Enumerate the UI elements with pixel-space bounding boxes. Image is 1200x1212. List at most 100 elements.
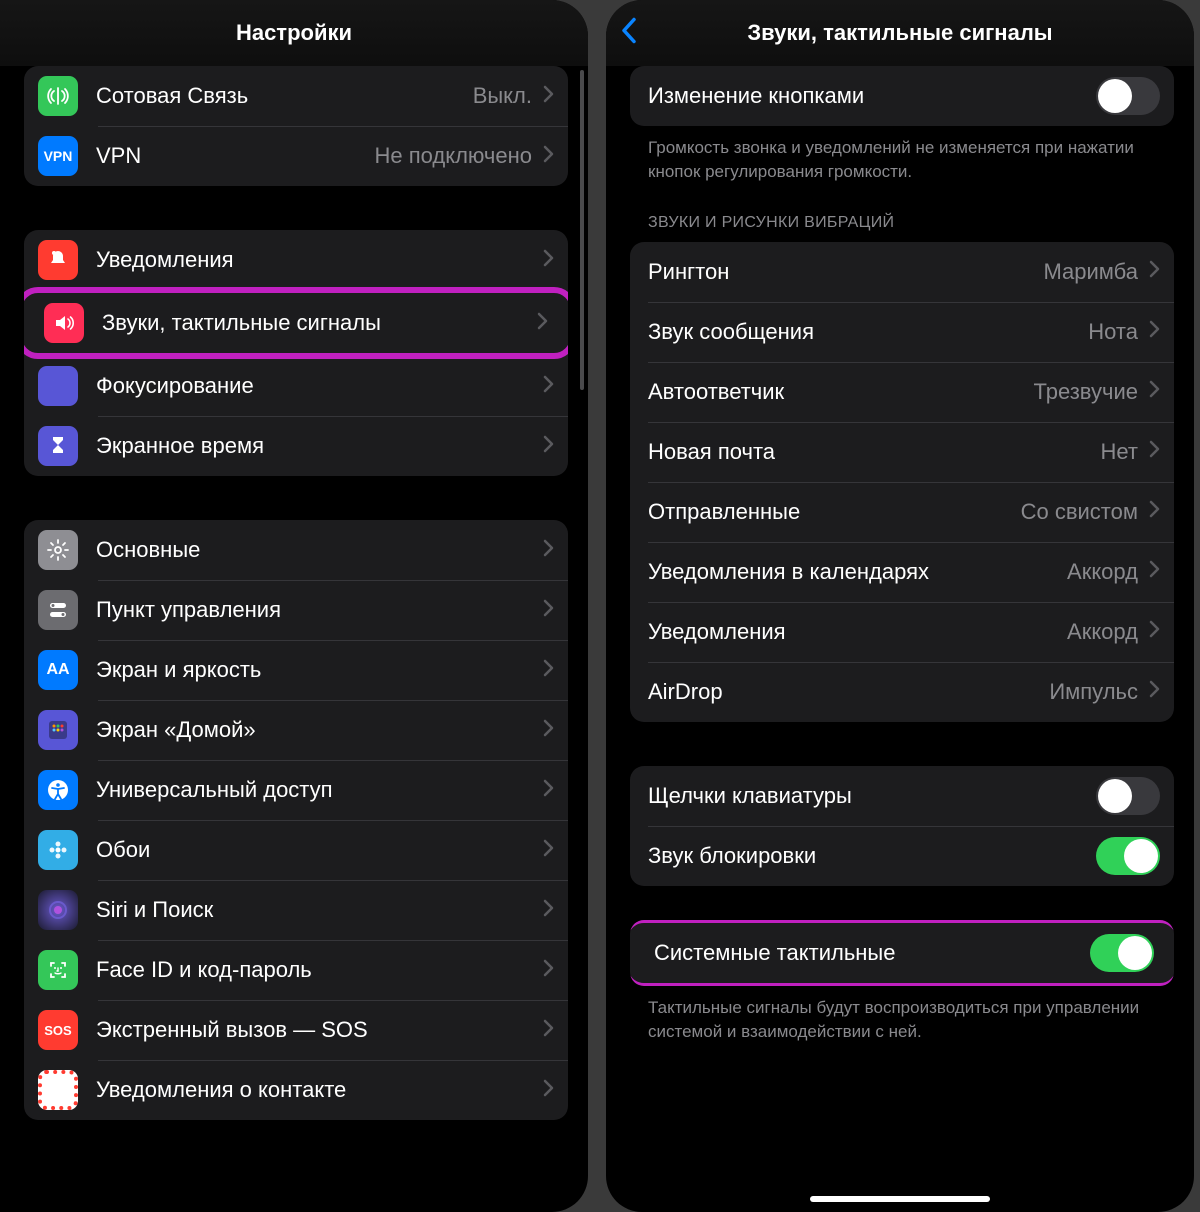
highlight-sounds: Звуки, тактильные сигналы xyxy=(24,287,568,359)
chevron-right-icon xyxy=(542,145,554,168)
sound-row[interactable]: Звук сообщенияНота xyxy=(630,302,1174,362)
toggle[interactable] xyxy=(1096,837,1160,875)
settings-row[interactable]: Siri и Поиск xyxy=(24,880,568,940)
row-label: Уведомления в календарях xyxy=(648,559,1067,585)
row-change-with-buttons[interactable]: Изменение кнопками xyxy=(630,66,1174,126)
row-label: VPN xyxy=(96,143,374,169)
group-sounds: РингтонМаримбаЗвук сообщенияНотаАвтоотве… xyxy=(630,242,1174,722)
sound-row[interactable]: AirDropИмпульс xyxy=(630,662,1174,722)
settings-row[interactable]: AA Экран и яркость xyxy=(24,640,568,700)
sound-row[interactable]: РингтонМаримба xyxy=(630,242,1174,302)
settings-row[interactable]: Обои xyxy=(24,820,568,880)
settings-row[interactable]: Экран «Домой» xyxy=(24,700,568,760)
row-value: Выкл. xyxy=(473,83,532,109)
row-value: Трезвучие xyxy=(1034,379,1138,405)
moon-icon xyxy=(38,366,78,406)
hourglass-icon xyxy=(38,426,78,466)
row-label: Экран «Домой» xyxy=(96,717,542,743)
row-value: Со свистом xyxy=(1021,499,1138,525)
bell-icon xyxy=(38,240,78,280)
settings-row[interactable]: Фокусирование xyxy=(24,356,568,416)
settings-row[interactable]: VPNVPNНе подключено xyxy=(24,126,568,186)
chevron-right-icon xyxy=(542,899,554,922)
group-alerts: Уведомления Звуки, тактильные сигналыФоку… xyxy=(24,230,568,476)
chevron-right-icon xyxy=(542,85,554,108)
row-label: Звук сообщения xyxy=(648,319,1088,345)
vpn-icon: VPN xyxy=(38,136,78,176)
flower-icon xyxy=(38,830,78,870)
settings-row[interactable]: Уведомления о контакте xyxy=(24,1060,568,1120)
highlight-haptics: Системные тактильные xyxy=(630,920,1174,986)
row-label: Уведомления xyxy=(96,247,542,273)
settings-content: Сотовая СвязьВыкл.VPNVPNНе подключено Ув… xyxy=(0,66,588,1212)
sound-row[interactable]: Новая почтаНет xyxy=(630,422,1174,482)
row-label: Siri и Поиск xyxy=(96,897,542,923)
settings-row[interactable]: Уведомления xyxy=(24,230,568,290)
settings-row[interactable]: Экранное время xyxy=(24,416,568,476)
settings-row[interactable]: Face ID и код-пароль xyxy=(24,940,568,1000)
row-value: Аккорд xyxy=(1067,559,1138,585)
chevron-right-icon xyxy=(1148,620,1160,643)
row-label: Универсальный доступ xyxy=(96,777,542,803)
chevron-right-icon xyxy=(542,599,554,622)
faceid-icon xyxy=(38,950,78,990)
group-connectivity: Сотовая СвязьВыкл.VPNVPNНе подключено xyxy=(24,66,568,186)
row-label: Отправленные xyxy=(648,499,1021,525)
settings-row[interactable]: Сотовая СвязьВыкл. xyxy=(24,66,568,126)
chevron-right-icon xyxy=(1148,440,1160,463)
row-label: Изменение кнопками xyxy=(648,83,1096,109)
row-label: Экран и яркость xyxy=(96,657,542,683)
settings-row[interactable]: Пункт управления xyxy=(24,580,568,640)
system-sound-row[interactable]: Звук блокировки xyxy=(630,826,1174,886)
row-label: Экстренный вызов — SOS xyxy=(96,1017,542,1043)
sound-row[interactable]: ОтправленныеСо свистом xyxy=(630,482,1174,542)
sound-row[interactable]: Уведомления в календаряхАккорд xyxy=(630,542,1174,602)
settings-row[interactable]: Основные xyxy=(24,520,568,580)
group-system-sounds: Щелчки клавиатурыЗвук блокировки xyxy=(630,766,1174,886)
row-label: Пункт управления xyxy=(96,597,542,623)
phone-settings: Настройки Сотовая СвязьВыкл.VPNVPNНе под… xyxy=(0,0,588,1212)
chevron-right-icon xyxy=(542,375,554,398)
settings-row[interactable]: Универсальный доступ xyxy=(24,760,568,820)
row-label: Новая почта xyxy=(648,439,1101,465)
toggle[interactable] xyxy=(1096,777,1160,815)
toggle-change-with-buttons[interactable] xyxy=(1096,77,1160,115)
speaker-icon xyxy=(44,303,84,343)
row-label: Автоответчик xyxy=(648,379,1034,405)
chevron-right-icon xyxy=(542,779,554,802)
system-sound-row[interactable]: Щелчки клавиатуры xyxy=(630,766,1174,826)
sound-row[interactable]: АвтоответчикТрезвучие xyxy=(630,362,1174,422)
row-label: Экранное время xyxy=(96,433,542,459)
footer-haptics: Тактильные сигналы будут воспроизводитьс… xyxy=(630,986,1174,1044)
chevron-right-icon xyxy=(542,719,554,742)
row-label: Рингтон xyxy=(648,259,1043,285)
aa-icon: AA xyxy=(38,650,78,690)
chevron-right-icon xyxy=(1148,680,1160,703)
accessibility-icon xyxy=(38,770,78,810)
settings-row[interactable]: Звуки, тактильные сигналы xyxy=(30,293,562,353)
sos-icon: SOS xyxy=(38,1010,78,1050)
antenna-icon xyxy=(38,76,78,116)
settings-row[interactable]: SOS Экстренный вызов — SOS xyxy=(24,1000,568,1060)
scrollbar[interactable] xyxy=(580,70,584,390)
row-system-haptics[interactable]: Системные тактильные xyxy=(636,923,1168,983)
chevron-right-icon xyxy=(542,959,554,982)
toggle-system-haptics[interactable] xyxy=(1090,934,1154,972)
group-haptics: Системные тактильные xyxy=(630,920,1174,986)
chevron-right-icon xyxy=(542,839,554,862)
sound-row[interactable]: УведомленияАккорд xyxy=(630,602,1174,662)
footer-buttons: Громкость звонка и уведомлений не изменя… xyxy=(630,126,1174,184)
chevron-right-icon xyxy=(1148,560,1160,583)
row-label: AirDrop xyxy=(648,679,1049,705)
chevron-right-icon xyxy=(542,435,554,458)
page-title: Звуки, тактильные сигналы xyxy=(747,20,1052,46)
row-value: Нет xyxy=(1101,439,1138,465)
back-button[interactable] xyxy=(620,17,638,50)
row-label: Face ID и код-пароль xyxy=(96,957,542,983)
home-indicator[interactable] xyxy=(810,1196,990,1202)
switches-icon xyxy=(38,590,78,630)
section-header-sounds: ЗВУКИ И РИСУНКИ ВИБРАЦИЙ xyxy=(630,184,1174,242)
sounds-content: Изменение кнопками Громкость звонка и ув… xyxy=(606,66,1194,1212)
row-value: Маримба xyxy=(1043,259,1138,285)
chevron-right-icon xyxy=(1148,500,1160,523)
